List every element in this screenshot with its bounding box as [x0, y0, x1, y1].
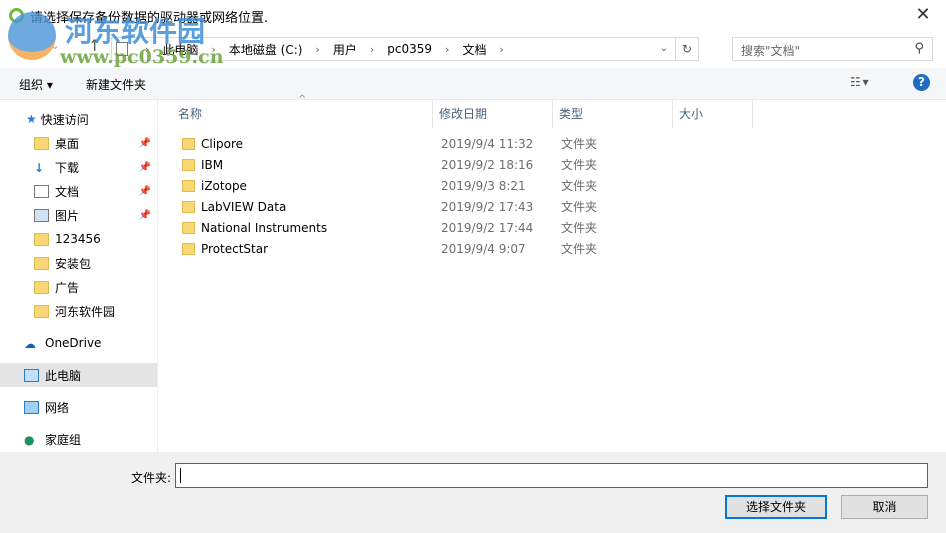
column-header-size[interactable]: 大小 [673, 100, 753, 128]
file-type: 文件夹 [561, 158, 598, 172]
folder-input[interactable] [175, 463, 928, 488]
column-header-date[interactable]: 修改日期 [433, 100, 553, 128]
file-type: 文件夹 [561, 179, 598, 193]
download-icon: ↓ [34, 160, 45, 175]
breadcrumb-user[interactable]: pc0359 [383, 42, 436, 56]
title-bar: 请选择保存备份数据的驱动器或网络位置. ✕ [0, 0, 946, 32]
file-type: 文件夹 [561, 221, 598, 235]
document-icon [116, 42, 128, 56]
sidebar-item-ads[interactable]: 广告 [0, 275, 157, 299]
pin-icon: 📌 [138, 137, 151, 149]
toolbar: 组织 ▾ 新建文件夹 ☷ ▾ ? [0, 68, 946, 100]
pin-icon: 📌 [138, 185, 151, 197]
help-icon[interactable]: ? [913, 74, 930, 91]
pin-icon: 📌 [138, 161, 151, 173]
sidebar-item-documents[interactable]: 文档 📌 [0, 179, 157, 203]
breadcrumb-users[interactable]: 用户 [329, 41, 361, 58]
folder-icon [182, 200, 195, 213]
file-date: 2019/9/3 8:21 [441, 178, 526, 193]
folder-icon [182, 221, 195, 234]
cancel-button[interactable]: 取消 [841, 495, 928, 519]
file-type: 文件夹 [561, 137, 598, 151]
file-date: 2019/9/2 17:43 [441, 199, 534, 214]
pin-icon: 📌 [138, 209, 151, 221]
file-type: 文件夹 [561, 242, 598, 256]
sidebar-this-pc[interactable]: 此电脑 [0, 363, 157, 387]
file-name: Clipore [201, 136, 244, 151]
navigation-pane: ★ 快速访问 桌面 📌 ↓ 下载 📌 文档 📌 图片 📌 123456 安装包 广告 河东软… [0, 100, 158, 452]
file-date: 2019/9/4 11:32 [441, 136, 534, 151]
folder-icon [182, 242, 195, 255]
file-name: ProtectStar [201, 241, 269, 256]
sidebar-quick-access[interactable]: ★ 快速访问 [0, 107, 157, 131]
new-folder-button[interactable]: 新建文件夹 [86, 76, 146, 93]
file-name: iZotope [201, 178, 247, 193]
select-folder-button[interactable]: 选择文件夹 [725, 495, 827, 519]
breadcrumb-c-drive[interactable]: 本地磁盘 (C:) [225, 41, 307, 58]
breadcrumb-documents[interactable]: 文档 [458, 41, 490, 58]
file-name: LabVIEW Data [201, 199, 287, 214]
sidebar-onedrive[interactable]: ☁ OneDrive [0, 331, 157, 355]
folder-icon [182, 158, 195, 171]
back-chevron-icon[interactable]: ⌄ [50, 38, 60, 52]
column-header-name[interactable]: 名称 [172, 100, 433, 128]
file-row[interactable]: National Instruments 2019/9/2 17:44 文件夹 [174, 217, 774, 238]
file-row[interactable]: ProtectStar 2019/9/4 9:07 文件夹 [174, 238, 774, 259]
document-icon [34, 184, 49, 198]
sidebar-item-pictures[interactable]: 图片 📌 [0, 203, 157, 227]
sidebar-item-install[interactable]: 安装包 [0, 251, 157, 275]
folder-label: 文件夹: [131, 471, 172, 485]
picture-icon [34, 208, 49, 222]
sidebar-homegroup[interactable]: ● 家庭组 [0, 427, 157, 451]
folder-icon [34, 136, 49, 150]
address-dropdown-button[interactable]: ⌄ [654, 38, 674, 60]
sidebar-network[interactable]: 网络 [0, 395, 157, 419]
sidebar-item-downloads[interactable]: ↓ 下载 📌 [0, 155, 157, 179]
file-name: National Instruments [201, 220, 328, 235]
file-date: 2019/9/2 18:16 [441, 157, 534, 172]
homegroup-icon: ● [24, 432, 35, 447]
cloud-icon: ☁ [24, 336, 36, 351]
file-list: ^ 名称 修改日期 类型 大小 Clipore 2019/9/4 11:32 文件夹… [160, 94, 946, 452]
app-icon [9, 8, 24, 23]
breadcrumb-this-pc[interactable]: 此电脑 [158, 41, 202, 58]
computer-icon [24, 368, 39, 382]
search-input[interactable]: 搜索"文档" ⚲ [732, 37, 933, 61]
file-row[interactable]: iZotope 2019/9/3 8:21 文件夹 [174, 175, 774, 196]
folder-icon [34, 304, 49, 318]
folder-icon [34, 232, 49, 246]
folder-icon [182, 179, 195, 192]
refresh-button[interactable]: ↻ [675, 38, 698, 60]
folder-icon [34, 280, 49, 294]
file-date: 2019/9/4 9:07 [441, 241, 526, 256]
column-header-type[interactable]: 类型 [553, 100, 673, 128]
address-bar[interactable]: › 此电脑 › 本地磁盘 (C:) › 用户 › pc0359 › 文档 › ⌄ ↻ [111, 37, 699, 61]
close-button[interactable]: ✕ [900, 0, 946, 30]
bottom-panel: 文件夹: 选择文件夹 取消 [0, 452, 946, 533]
star-icon: ★ [26, 112, 37, 126]
file-type: 文件夹 [561, 200, 598, 214]
file-row[interactable]: IBM 2019/9/2 18:16 文件夹 [174, 154, 774, 175]
sidebar-item-desktop[interactable]: 桌面 📌 [0, 131, 157, 155]
file-row[interactable]: Clipore 2019/9/4 11:32 文件夹 [174, 133, 774, 154]
file-date: 2019/9/2 17:44 [441, 220, 534, 235]
sidebar-item-hedong[interactable]: 河东软件园 [0, 299, 157, 323]
sidebar-item-123456[interactable]: 123456 [0, 227, 157, 251]
folder-icon [182, 137, 195, 150]
search-placeholder: 搜索"文档" [741, 44, 801, 58]
network-icon [24, 400, 39, 414]
organize-menu[interactable]: 组织 ▾ [19, 76, 53, 93]
file-name: IBM [201, 157, 224, 172]
view-options-icon[interactable]: ☷ ▾ [850, 75, 869, 89]
file-row[interactable]: LabVIEW Data 2019/9/2 17:43 文件夹 [174, 196, 774, 217]
up-arrow-button[interactable]: ↑ [88, 36, 101, 55]
search-icon: ⚲ [914, 41, 924, 56]
dialog-title: 请选择保存备份数据的驱动器或网络位置. [30, 11, 269, 26]
folder-icon [34, 256, 49, 270]
